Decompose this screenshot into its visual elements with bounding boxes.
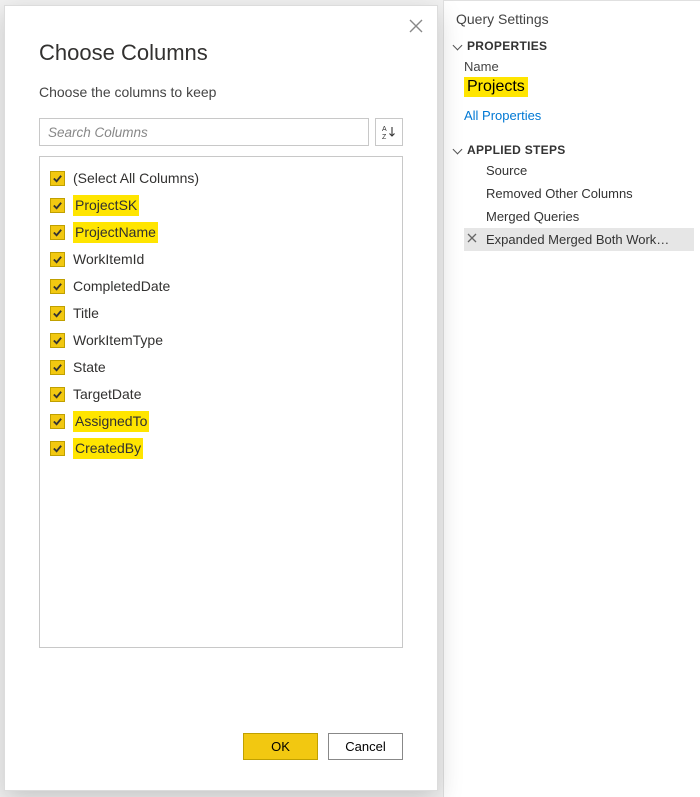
- checkbox-icon[interactable]: [50, 441, 65, 456]
- checkbox-icon[interactable]: [50, 279, 65, 294]
- checkbox-icon[interactable]: [50, 252, 65, 267]
- applied-steps-header[interactable]: APPLIED STEPS: [448, 141, 696, 159]
- properties-header[interactable]: PROPERTIES: [448, 37, 696, 55]
- column-row[interactable]: ProjectSK: [50, 192, 392, 219]
- column-row[interactable]: CreatedBy: [50, 435, 392, 462]
- panel-title: Query Settings: [444, 7, 700, 37]
- applied-step[interactable]: Source: [464, 159, 694, 182]
- ok-button[interactable]: OK: [243, 733, 318, 760]
- columns-list: (Select All Columns) ProjectSK ProjectName…: [39, 156, 403, 648]
- column-label: TargetDate: [73, 384, 141, 405]
- column-row[interactable]: AssignedTo: [50, 408, 392, 435]
- column-label: AssignedTo: [73, 411, 149, 432]
- checkbox-icon[interactable]: [50, 414, 65, 429]
- dialog-subtitle: Choose the columns to keep: [39, 84, 403, 100]
- column-row[interactable]: State: [50, 354, 392, 381]
- column-row[interactable]: TargetDate: [50, 381, 392, 408]
- column-label: (Select All Columns): [73, 168, 199, 189]
- column-row[interactable]: (Select All Columns): [50, 165, 392, 192]
- checkbox-icon[interactable]: [50, 333, 65, 348]
- column-row[interactable]: ProjectName: [50, 219, 392, 246]
- cancel-button[interactable]: Cancel: [328, 733, 403, 760]
- column-row[interactable]: Title: [50, 300, 392, 327]
- dialog-title: Choose Columns: [39, 40, 403, 66]
- delete-step-icon[interactable]: [467, 231, 477, 246]
- close-icon[interactable]: [409, 18, 423, 36]
- svg-text:A: A: [382, 126, 387, 133]
- svg-text:Z: Z: [382, 134, 387, 140]
- query-settings-panel: Query Settings PROPERTIES Name Projects …: [443, 0, 700, 797]
- column-label: Title: [73, 303, 99, 324]
- column-label: CompletedDate: [73, 276, 170, 297]
- name-field-label: Name: [448, 55, 696, 77]
- column-label: WorkItemType: [73, 330, 163, 351]
- column-row[interactable]: WorkItemId: [50, 246, 392, 273]
- checkbox-icon[interactable]: [50, 198, 65, 213]
- applied-step[interactable]: Expanded Merged Both Work…: [464, 228, 694, 251]
- chevron-down-icon: [453, 144, 463, 154]
- checkbox-icon[interactable]: [50, 171, 65, 186]
- column-row[interactable]: WorkItemType: [50, 327, 392, 354]
- checkbox-icon[interactable]: [50, 360, 65, 375]
- column-label: WorkItemId: [73, 249, 144, 270]
- chevron-down-icon: [453, 40, 463, 50]
- applied-step[interactable]: Merged Queries: [464, 205, 694, 228]
- choose-columns-dialog: Choose Columns Choose the columns to kee…: [4, 5, 438, 791]
- checkbox-icon[interactable]: [50, 225, 65, 240]
- column-label: ProjectName: [73, 222, 158, 243]
- checkbox-icon[interactable]: [50, 306, 65, 321]
- column-label: State: [73, 357, 106, 378]
- all-properties-link[interactable]: All Properties: [448, 98, 541, 129]
- column-label: ProjectSK: [73, 195, 139, 216]
- search-input[interactable]: [39, 118, 369, 146]
- applied-steps-section: APPLIED STEPS SourceRemoved Other Column…: [444, 141, 700, 263]
- properties-section: PROPERTIES Name Projects All Properties: [444, 37, 700, 141]
- name-field-value[interactable]: Projects: [464, 77, 528, 97]
- column-label: CreatedBy: [73, 438, 143, 459]
- column-row[interactable]: CompletedDate: [50, 273, 392, 300]
- sort-az-icon[interactable]: A Z: [375, 118, 403, 146]
- checkbox-icon[interactable]: [50, 387, 65, 402]
- applied-step[interactable]: Removed Other Columns: [464, 182, 694, 205]
